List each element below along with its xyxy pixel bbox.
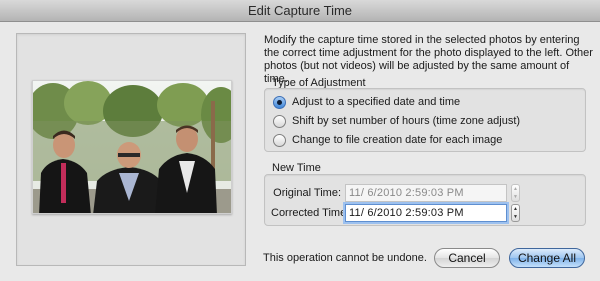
original-time-label: Original Time: <box>273 187 341 199</box>
radio-label-file-creation-date: Change to file creation date for each im… <box>292 134 503 146</box>
radio-button[interactable] <box>273 114 286 128</box>
radio-label-specified-date: Adjust to a specified date and time <box>292 96 461 108</box>
stepper-down-icon[interactable]: ▼ <box>513 214 518 220</box>
radio-label-shift-hours: Shift by set number of hours (time zone … <box>292 115 521 127</box>
undo-warning-text: This operation cannot be undone. <box>263 252 427 264</box>
stepper-up-icon[interactable]: ▲ <box>513 206 518 212</box>
adjustment-group: Adjust to a specified date and time Shif… <box>264 88 586 152</box>
photo-thumbnail <box>32 80 232 214</box>
corrected-time-row: Corrected Time: 11/ 6/2010 2:59:03 PM ▲ … <box>271 204 520 222</box>
new-time-group-label: New Time <box>272 162 321 174</box>
corrected-time-stepper[interactable]: ▲ ▼ <box>511 204 520 222</box>
radio-shift-hours[interactable]: Shift by set number of hours (time zone … <box>273 113 520 129</box>
change-all-button[interactable]: Change All <box>509 248 585 268</box>
window-title: Edit Capture Time <box>0 0 600 22</box>
corrected-time-field[interactable]: 11/ 6/2010 2:59:03 PM <box>345 204 507 222</box>
photo-image <box>33 81 231 213</box>
edit-capture-time-dialog: Edit Capture Time Modify the capture tim… <box>0 0 600 281</box>
original-time-stepper: ▲ ▼ <box>511 184 520 202</box>
original-time-row: Original Time: 11/ 6/2010 2:59:03 PM ▲ ▼ <box>271 184 520 202</box>
stepper-down-icon: ▼ <box>513 193 518 200</box>
corrected-time-label: Corrected Time: <box>271 207 350 219</box>
radio-button-selected[interactable] <box>273 95 286 109</box>
stepper-up-icon: ▲ <box>513 185 518 192</box>
photo-preview-well <box>16 33 246 266</box>
radio-specified-date[interactable]: Adjust to a specified date and time <box>273 94 460 110</box>
radio-button[interactable] <box>273 133 286 147</box>
cancel-button[interactable]: Cancel <box>434 248 500 268</box>
original-time-field: 11/ 6/2010 2:59:03 PM <box>345 184 507 202</box>
radio-file-creation-date[interactable]: Change to file creation date for each im… <box>273 132 502 148</box>
new-time-group: Original Time: 11/ 6/2010 2:59:03 PM ▲ ▼… <box>264 174 586 226</box>
